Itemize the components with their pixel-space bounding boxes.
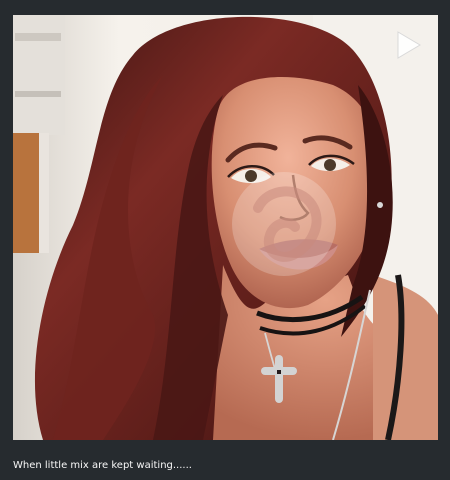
portrait-thumbnail — [13, 15, 438, 440]
post-caption: When little mix are kept waiting...... — [13, 460, 192, 471]
video-post: When little mix are kept waiting...... — [0, 0, 450, 480]
play-icon[interactable] — [390, 28, 424, 62]
video-thumbnail[interactable] — [13, 15, 438, 440]
